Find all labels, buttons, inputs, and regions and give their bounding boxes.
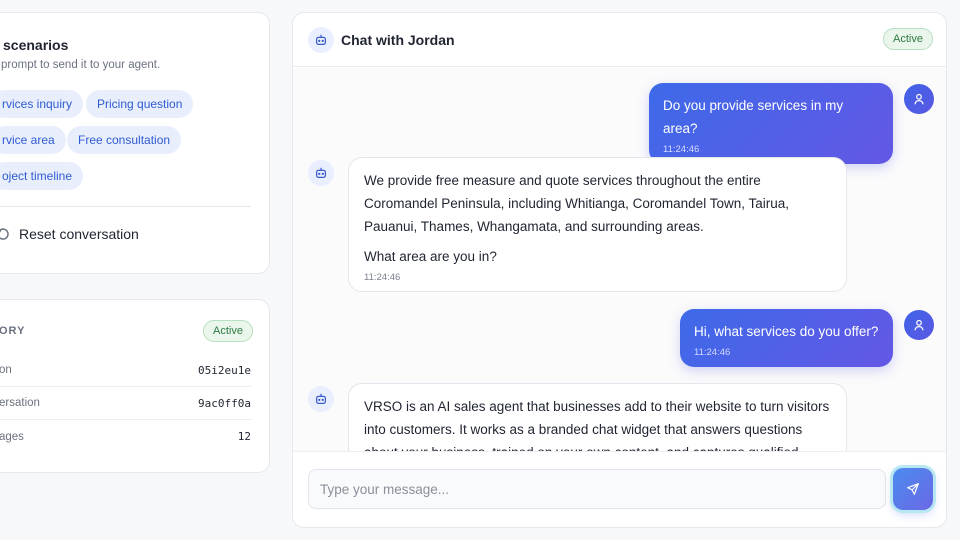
user-avatar xyxy=(904,310,934,340)
scenario-chip-services-inquiry[interactable]: rvices inquiry xyxy=(0,90,84,118)
composer xyxy=(293,451,946,527)
scenarios-divider xyxy=(0,206,251,207)
message-text: Hi, what services do you offer? xyxy=(694,324,879,339)
send-icon xyxy=(907,483,919,495)
message-text: We provide free measure and quote servic… xyxy=(364,173,789,234)
user-icon xyxy=(914,93,924,105)
stat-row-conversation: ersation 9ac0ff0a xyxy=(0,387,251,420)
stats-header: ORY xyxy=(0,325,26,337)
message-time: 11:24:46 xyxy=(364,272,401,283)
status-badge: Active xyxy=(203,320,253,342)
reset-icon xyxy=(0,226,11,242)
scenario-chip-project-timeline[interactable]: oject timeline xyxy=(0,162,84,190)
chat-panel: Chat with Jordan Active Do you provide s… xyxy=(292,12,947,528)
bot-avatar xyxy=(308,160,334,186)
scenarios-card: scenarios prompt to send it to your agen… xyxy=(0,12,270,274)
session-stats-card: ORY Active on 05i2eu1e ersation 9ac0ff0a… xyxy=(0,299,270,473)
message-text: Do you provide services in my area? xyxy=(663,98,844,136)
message-text: VRSO is an AI sales agent that businesse… xyxy=(364,399,830,451)
bot-icon xyxy=(316,393,326,404)
stat-label: on xyxy=(0,364,12,376)
stat-value: 9ac0ff0a xyxy=(198,396,251,410)
reset-conversation-button[interactable]: Reset conversation xyxy=(0,226,139,242)
message-time: 11:24:46 xyxy=(663,144,700,155)
message-input[interactable] xyxy=(308,469,886,509)
message-list[interactable]: Do you provide services in my area? 11:2… xyxy=(293,68,946,451)
message-time: 11:24:46 xyxy=(694,347,731,358)
user-message: Hi, what services do you offer? 11:24:46 xyxy=(680,309,893,367)
stat-label: ages xyxy=(0,430,24,443)
chat-status-badge: Active xyxy=(883,28,933,50)
scenario-chip-free-consultation[interactable]: Free consultation xyxy=(67,126,182,154)
scenarios-title: scenarios xyxy=(3,37,69,53)
bot-icon xyxy=(316,167,326,178)
stat-value: 12 xyxy=(237,430,251,443)
stat-row-messages: ages 12 xyxy=(0,420,251,453)
scenarios-subtitle: prompt to send it to your agent. xyxy=(1,59,161,71)
bot-message: We provide free measure and quote servic… xyxy=(348,157,847,292)
user-icon xyxy=(914,319,924,331)
bot-message: VRSO is an AI sales agent that businesse… xyxy=(348,383,847,451)
chat-header: Chat with Jordan Active xyxy=(293,13,946,67)
user-message: Do you provide services in my area? 11:2… xyxy=(649,83,893,164)
scenario-chip-service-area[interactable]: rvice area xyxy=(0,126,66,154)
reset-conversation-label: Reset conversation xyxy=(19,226,139,242)
user-avatar xyxy=(904,84,934,114)
bot-icon xyxy=(316,34,326,45)
send-button[interactable] xyxy=(893,468,933,510)
stat-label: ersation xyxy=(0,397,40,409)
scenario-chip-pricing-question[interactable]: Pricing question xyxy=(86,90,194,118)
stat-row-session: on 05i2eu1e xyxy=(0,354,251,387)
bot-avatar xyxy=(308,27,334,53)
message-text: What area are you in? xyxy=(364,249,497,264)
chat-title: Chat with Jordan xyxy=(341,32,455,48)
bot-avatar xyxy=(308,386,334,412)
stat-value: 05i2eu1e xyxy=(198,363,251,377)
